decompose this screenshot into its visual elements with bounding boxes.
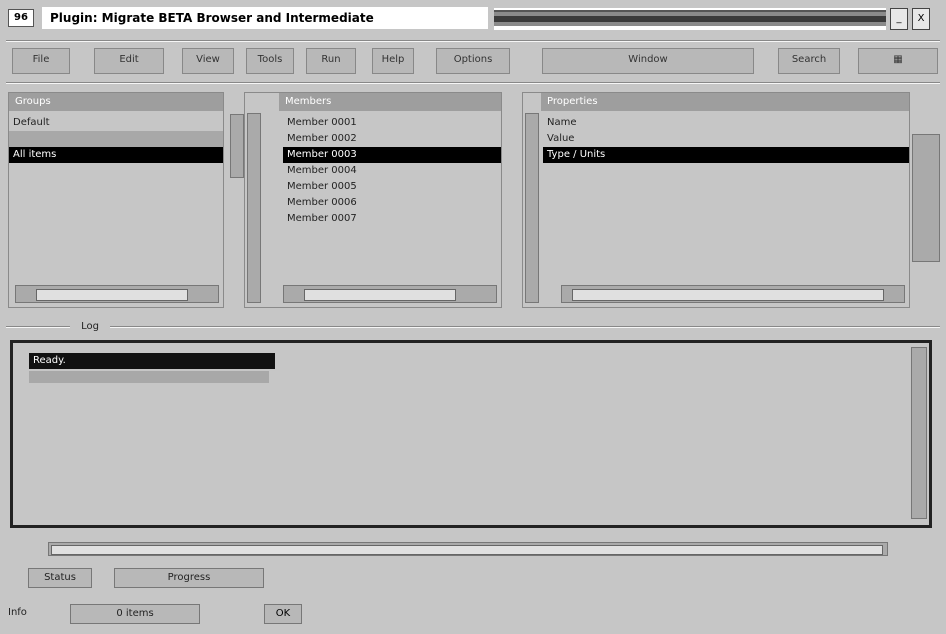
members-header: Members — [279, 93, 501, 111]
splitter[interactable] — [6, 326, 940, 328]
toolbar-help[interactable]: Help — [372, 48, 414, 74]
table-row[interactable]: Member 0003 — [283, 147, 501, 163]
table-row[interactable]: Member 0002 — [283, 131, 501, 147]
properties-header: Properties — [541, 93, 909, 111]
toolbar-window[interactable]: Window — [542, 48, 754, 74]
toolbar-view[interactable]: View — [182, 48, 234, 74]
groups-header: Groups — [9, 93, 223, 111]
list-item[interactable]: Default — [9, 115, 223, 131]
splitter-label: Log — [70, 318, 110, 336]
scroll-thumb[interactable] — [304, 289, 456, 301]
properties-hscrollbar[interactable] — [561, 285, 905, 303]
members-pane: Members Member 0001 Member 0002 Member 0… — [244, 92, 502, 308]
groups-pane: Groups Default All items — [8, 92, 224, 308]
table-row[interactable]: Value — [543, 131, 909, 147]
table-row[interactable]: Member 0007 — [283, 211, 501, 227]
members-hscrollbar[interactable] — [283, 285, 497, 303]
list-item[interactable]: All items — [9, 147, 223, 163]
toolbar-tools[interactable]: Tools — [246, 48, 294, 74]
output-hscrollbar[interactable] — [48, 542, 888, 556]
info-value: 0 items — [70, 604, 200, 624]
scroll-thumb[interactable] — [572, 289, 884, 301]
output-line-secondary — [29, 371, 269, 383]
ok-button[interactable]: OK — [264, 604, 302, 624]
toolbar-search[interactable]: Search — [778, 48, 840, 74]
toolbar: File Edit View Tools Run Help Options Wi… — [6, 44, 940, 76]
close-button[interactable]: X — [912, 8, 930, 30]
title-bar: 96 Plugin: Migrate BETA Browser and Inte… — [0, 0, 946, 36]
toolbar-file[interactable]: File — [12, 48, 70, 74]
toolbar-edit[interactable]: Edit — [94, 48, 164, 74]
list-item[interactable] — [9, 131, 223, 147]
scroll-thumb[interactable] — [36, 289, 188, 301]
title-bar-fill — [494, 8, 886, 30]
groups-vscrollbar[interactable] — [230, 114, 244, 178]
scroll-thumb[interactable] — [51, 545, 883, 555]
window-title: Plugin: Migrate BETA Browser and Interme… — [42, 7, 488, 29]
title-separator — [6, 40, 940, 42]
properties-left-scrollbar[interactable] — [525, 113, 539, 303]
members-vscrollbar[interactable] — [247, 113, 261, 303]
progress-label: Progress — [114, 568, 264, 588]
properties-pane: Properties Name Value Type / Units — [522, 92, 910, 308]
minimize-button[interactable]: _ — [890, 8, 908, 30]
table-row[interactable]: Member 0006 — [283, 195, 501, 211]
output-line: Ready. — [29, 353, 275, 369]
table-row[interactable]: Name — [543, 115, 909, 131]
toolbar-separator — [6, 82, 940, 84]
status-label: Status — [28, 568, 92, 588]
toolbar-run[interactable]: Run — [306, 48, 356, 74]
table-row[interactable]: Member 0005 — [283, 179, 501, 195]
app-icon: 96 — [8, 9, 34, 27]
properties-vscrollbar[interactable] — [912, 134, 940, 262]
output-vscrollbar[interactable] — [911, 347, 927, 519]
toolbar-extra-icon[interactable]: ▦ — [858, 48, 938, 74]
output-area[interactable]: Ready. — [10, 340, 932, 528]
info-label: Info — [8, 607, 27, 618]
table-row[interactable]: Type / Units — [543, 147, 909, 163]
groups-hscrollbar[interactable] — [15, 285, 219, 303]
table-row[interactable]: Member 0001 — [283, 115, 501, 131]
toolbar-options[interactable]: Options — [436, 48, 510, 74]
table-row[interactable]: Member 0004 — [283, 163, 501, 179]
